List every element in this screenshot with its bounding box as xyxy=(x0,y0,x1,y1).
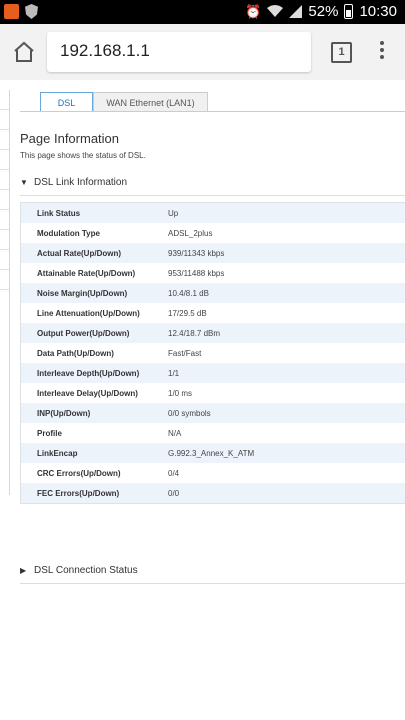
wifi-icon xyxy=(267,5,284,17)
alarm-icon: ⏰ xyxy=(245,3,262,19)
row-label: Line Attenuation(Up/Down) xyxy=(37,308,140,318)
section-dsl-connection-status[interactable]: ▶ DSL Connection Status xyxy=(20,565,138,576)
row-value: 12.4/18.7 dBm xyxy=(168,328,221,338)
table-row: Attainable Rate(Up/Down) 953/11488 kbps xyxy=(21,263,405,283)
row-value: 1/0 ms xyxy=(168,388,193,398)
row-label: LinkEncap xyxy=(37,448,78,458)
url-text[interactable]: 192.168.1.1 xyxy=(60,41,150,61)
section-divider xyxy=(20,583,405,584)
page-description: This page shows the status of DSL. xyxy=(20,151,146,160)
table-row: Line Attenuation(Up/Down) 17/29.5 dB xyxy=(21,303,405,323)
row-label: Actual Rate(Up/Down) xyxy=(37,248,121,258)
row-label: Output Power(Up/Down) xyxy=(37,328,130,338)
row-label: Interleave Depth(Up/Down) xyxy=(37,368,140,378)
clock: 10:30 xyxy=(359,3,397,20)
row-label: Interleave Delay(Up/Down) xyxy=(37,388,138,398)
table-row: INP(Up/Down) 0/0 symbols xyxy=(21,403,405,423)
tab-switcher-button[interactable]: 1 xyxy=(331,42,352,63)
collapse-arrow-icon: ▼ xyxy=(20,178,28,187)
row-value: 939/11343 kbps xyxy=(168,248,225,258)
table-row: Data Path(Up/Down) Fast/Fast xyxy=(21,343,405,363)
table-row: Profile N/A xyxy=(21,423,405,443)
section-title: DSL Connection Status xyxy=(34,565,138,576)
section-divider xyxy=(20,195,405,196)
row-value: 0/0 symbols xyxy=(168,408,211,418)
section-dsl-link-information[interactable]: ▼ DSL Link Information xyxy=(20,177,127,188)
signal-icon xyxy=(289,5,303,18)
row-label: FEC Errors(Up/Down) xyxy=(37,488,120,498)
table-row: Interleave Delay(Up/Down) 1/0 ms xyxy=(21,383,405,403)
page-title: Page Information xyxy=(20,131,120,146)
row-value: 0/4 xyxy=(168,468,180,478)
row-value: 953/11488 kbps xyxy=(168,268,225,278)
row-value: ADSL_2plus xyxy=(168,228,213,238)
row-value: Up xyxy=(168,208,179,218)
table-row: Interleave Depth(Up/Down) 1/1 xyxy=(21,363,405,383)
table-row: Link Status Up xyxy=(21,203,405,223)
table-row: Output Power(Up/Down) 12.4/18.7 dBm xyxy=(21,323,405,343)
row-label: Attainable Rate(Up/Down) xyxy=(37,268,136,278)
row-value: 10.4/8.1 dB xyxy=(168,288,209,298)
battery-icon xyxy=(344,4,354,19)
row-label: Link Status xyxy=(37,208,81,218)
left-nav-frame xyxy=(0,90,10,495)
table-row: FEC Errors(Up/Down) 0/0 xyxy=(21,483,405,503)
row-label: CRC Errors(Up/Down) xyxy=(37,468,121,478)
row-label: Noise Margin(Up/Down) xyxy=(37,288,128,298)
table-row: Noise Margin(Up/Down) 10.4/8.1 dB xyxy=(21,283,405,303)
row-label: Modulation Type xyxy=(37,228,100,238)
app-icon xyxy=(4,4,19,19)
row-value: N/A xyxy=(168,428,182,438)
tab-dsl[interactable]: DSL xyxy=(40,92,93,112)
tab-divider xyxy=(20,111,405,112)
table-row: CRC Errors(Up/Down) 0/4 xyxy=(21,463,405,483)
status-bar: ⏰ 52% 10:30 xyxy=(0,0,405,24)
tab-wan-ethernet[interactable]: WAN Ethernet (LAN1) xyxy=(93,92,208,112)
row-value: G.992.3_Annex_K_ATM xyxy=(168,448,255,458)
row-label: Data Path(Up/Down) xyxy=(37,348,114,358)
home-icon[interactable] xyxy=(12,40,36,64)
row-value: 17/29.5 dB xyxy=(168,308,207,318)
address-bar[interactable]: 192.168.1.1 xyxy=(47,32,311,72)
row-value: Fast/Fast xyxy=(168,348,202,358)
row-value: 1/1 xyxy=(168,368,180,378)
table-row: LinkEncap G.992.3_Annex_K_ATM xyxy=(21,443,405,463)
overflow-menu-icon[interactable] xyxy=(376,41,388,61)
browser-toolbar: 192.168.1.1 1 xyxy=(0,24,405,80)
shield-icon xyxy=(25,4,38,19)
dsl-link-table: Link Status Up Modulation Type ADSL_2plus Ac… xyxy=(20,202,405,504)
expand-arrow-icon: ▶ xyxy=(20,566,27,575)
row-label: INP(Up/Down) xyxy=(37,408,91,418)
section-title: DSL Link Information xyxy=(34,177,128,188)
table-row: Actual Rate(Up/Down) 939/11343 kbps xyxy=(21,243,405,263)
battery-percent: 52% xyxy=(308,3,339,20)
row-label: Profile xyxy=(37,428,62,438)
row-value: 0/0 xyxy=(168,488,180,498)
table-row: Modulation Type ADSL_2plus xyxy=(21,223,405,243)
